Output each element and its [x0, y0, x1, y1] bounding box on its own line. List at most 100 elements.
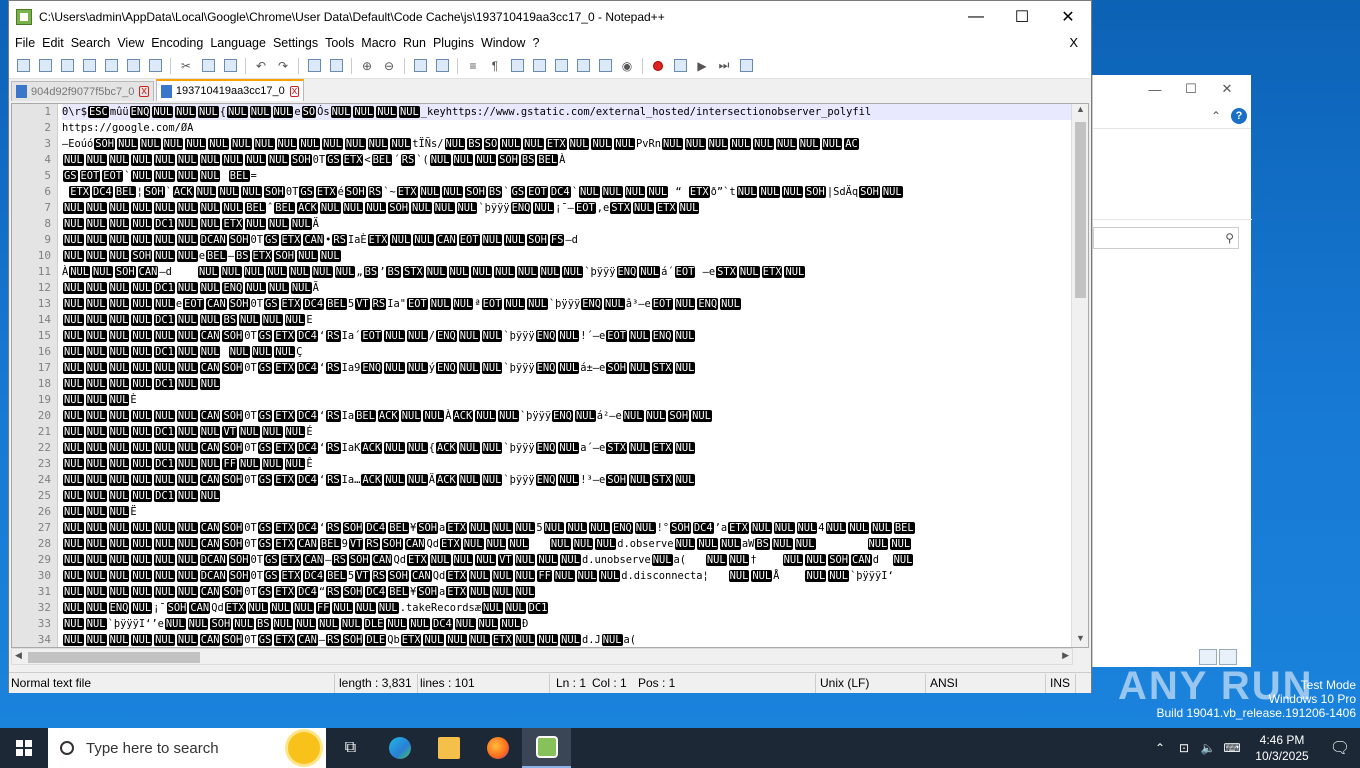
- close-document-button[interactable]: X: [1069, 35, 1085, 50]
- zoom-out-icon[interactable]: ⊖: [379, 57, 399, 75]
- menu-item[interactable]: Edit: [42, 36, 71, 50]
- code-line[interactable]: NUL NUL NUL NUL NUL NUL CAN SOH 0T GS ETX DC4 “RS SOH…: [62, 584, 1072, 600]
- edge-button[interactable]: [375, 728, 424, 768]
- code-line[interactable]: NUL NUL NUL NUL NUL NUL DCAN SOH 0T GS ETX CAN • RS Ia…: [62, 232, 1072, 248]
- notepadpp-window[interactable]: C:\Users\admin\AppData\Local\Google\Chro…: [8, 0, 1092, 693]
- menu-item[interactable]: File: [15, 36, 42, 50]
- close-tab-icon[interactable]: x: [289, 85, 300, 97]
- code-line[interactable]: —Eoúó SOH NUL NUL NUL NUL NUL NUL NUL NUL NUL NUL NU…: [62, 136, 1072, 152]
- redo-icon[interactable]: ↷: [273, 57, 293, 75]
- monitoring-icon[interactable]: ◉: [617, 57, 637, 75]
- scrollbar-thumb[interactable]: [1075, 122, 1086, 298]
- copy-icon[interactable]: [198, 57, 218, 75]
- menu-item[interactable]: Tools: [325, 36, 361, 50]
- firefox-button[interactable]: [473, 728, 522, 768]
- code-line[interactable]: NUL NUL NUL NUL NUL NUL DCAN SOH 0T GS ETX DC4 BEL 5 V…: [62, 568, 1072, 584]
- find-icon[interactable]: [304, 57, 324, 75]
- code-line[interactable]: NUL NUL NUL NUL NUL NUL CAN SOH 0T GS ETX CAN — RS SOH…: [62, 632, 1072, 647]
- code-line[interactable]: NUL NUL NUL NUL NUL NUL DCAN SOH 0T GS ETX CAN — RS SO…: [62, 552, 1072, 568]
- code-line[interactable]: https://google.com/ØA: [62, 120, 1072, 136]
- keyboard-icon[interactable]: ⌨: [1220, 741, 1244, 755]
- code-line[interactable]: NUL NUL NUL NUL NUL NUL CAN SOH 0T GS ETX DC4 ‘RS Ia´…: [62, 328, 1072, 344]
- tiles-view-icon[interactable]: [1219, 649, 1237, 665]
- minimize-icon[interactable]: —: [1137, 82, 1173, 97]
- scroll-up-icon[interactable]: ▲: [1072, 104, 1088, 120]
- menu-item[interactable]: Plugins: [433, 36, 481, 50]
- code-area[interactable]: 0\r$ ESC mûü ENQ NUL NUL NUL{NUL NUL NUL e SO Ós NUL…: [62, 104, 1072, 647]
- menu-item[interactable]: Run: [403, 36, 433, 50]
- zoom-in-icon[interactable]: ⊕: [357, 57, 377, 75]
- undo-icon[interactable]: ↶: [251, 57, 271, 75]
- function-list-icon[interactable]: [573, 57, 593, 75]
- title-bar[interactable]: C:\Users\admin\AppData\Local\Google\Chro…: [9, 1, 1091, 33]
- taskbar-search-box[interactable]: Type here to search: [48, 728, 326, 768]
- code-line[interactable]: À NUL NUL SOH CAN —d NUL NUL NUL NUL NUL NUL NUL „ BS…: [62, 264, 1072, 280]
- code-line[interactable]: NUL NUL NUL NUL NUL NUL CAN SOH 0T GS ETX DC4 ‘RS Ia……: [62, 472, 1072, 488]
- scroll-left-icon[interactable]: ◀: [15, 650, 22, 661]
- notepadpp-taskbar-button[interactable]: [522, 728, 571, 768]
- menu-item[interactable]: Settings: [273, 36, 325, 50]
- menu-item[interactable]: Macro: [361, 36, 403, 50]
- code-line[interactable]: 0\r$ ESC mûü ENQ NUL NUL NUL{NUL NUL NUL e SO Ós NUL…: [62, 104, 1072, 120]
- close-file-icon[interactable]: [101, 57, 121, 75]
- code-line[interactable]: NUL NUL NUL NUL DC1 NUL NUL: [62, 376, 1072, 392]
- paste-icon[interactable]: [220, 57, 240, 75]
- word-wrap-icon[interactable]: ≡: [463, 57, 483, 75]
- close-button[interactable]: ✕: [1045, 7, 1091, 27]
- search-box[interactable]: ⚲: [1093, 227, 1239, 249]
- start-button[interactable]: [0, 728, 48, 768]
- details-view-icon[interactable]: [1199, 649, 1217, 665]
- code-line[interactable]: NUL NUL NUL NUL DC1 NUL NUL: [62, 488, 1072, 504]
- sync-horizontal-icon[interactable]: [432, 57, 452, 75]
- code-line[interactable]: NUL NUL NUL NUL NUL NUL CAN SOH 0T GS ETX DC4 ‘RS SOH…: [62, 520, 1072, 536]
- doc-map-icon[interactable]: [551, 57, 571, 75]
- record-macro-icon[interactable]: [648, 57, 668, 75]
- code-line[interactable]: NUL NUL NUL NUL DC1 NUL NUL BS NUL NUL NUL E: [62, 312, 1072, 328]
- scroll-right-icon[interactable]: ▶: [1062, 650, 1069, 661]
- chevron-up-icon[interactable]: ⌃: [1211, 109, 1221, 123]
- menu-item[interactable]: Search: [71, 36, 118, 50]
- network-icon[interactable]: ⊡: [1172, 741, 1196, 755]
- clock[interactable]: 4:46 PM 10/3/2025: [1244, 732, 1320, 764]
- task-view-button[interactable]: ⧉: [326, 728, 375, 768]
- open-file-icon[interactable]: [35, 57, 55, 75]
- code-line[interactable]: NUL NUL NUL NUL NUL NUL NUL NUL NUL NUL SOH 0T GS ETX…: [62, 152, 1072, 168]
- sync-vertical-icon[interactable]: [410, 57, 430, 75]
- code-line[interactable]: NUL NUL NUL NUL DC1 NUL NUL ENQ NUL NUL NUL Ã: [62, 280, 1072, 296]
- save-icon[interactable]: [57, 57, 77, 75]
- close-icon[interactable]: ✕: [1209, 81, 1245, 97]
- scrollbar-thumb[interactable]: [28, 652, 200, 663]
- maximize-button[interactable]: ☐: [999, 7, 1045, 27]
- tab-904d92f9077f5bc7[interactable]: 904d92f9077f5bc7_0 x: [11, 81, 154, 101]
- code-line[interactable]: NUL NUL NUL NUL NUL NUL CAN SOH 0T GS ETX DC4 ‘RS Ia B…: [62, 408, 1072, 424]
- code-line[interactable]: NUL NUL NUL Ë: [62, 504, 1072, 520]
- run-macro-multiple-icon[interactable]: ⏭: [714, 57, 734, 75]
- scroll-down-icon[interactable]: ▼: [1072, 633, 1088, 647]
- code-line[interactable]: ETX DC4 BEL ¦ SOH ` ACK NUL NUL NUL SOH 0T GS ETX é SOH…: [62, 184, 1072, 200]
- code-line[interactable]: NUL NUL `þÿÿÿI‘’e NUL NUL SOH NUL BS NUL NUL NUL NU…: [62, 616, 1072, 632]
- code-line[interactable]: GS EOT EOT ` NUL NUL NUL NUL BEL =: [62, 168, 1072, 184]
- code-line[interactable]: NUL NUL NUL SOH NUL NUL e BEL — BS ETX SOH NUL NUL: [62, 248, 1072, 264]
- udl-icon[interactable]: [529, 57, 549, 75]
- close-tab-icon[interactable]: x: [139, 86, 149, 97]
- menu-item[interactable]: Encoding: [151, 36, 210, 50]
- new-file-icon[interactable]: [13, 57, 33, 75]
- menu-item[interactable]: ?: [532, 36, 546, 50]
- maximize-icon[interactable]: ☐: [1173, 81, 1209, 97]
- save-all-icon[interactable]: [79, 57, 99, 75]
- tab-193710419aa3cc17[interactable]: 193710419aa3cc17_0 x: [155, 79, 305, 101]
- close-all-icon[interactable]: [123, 57, 143, 75]
- menu-item[interactable]: Window: [481, 36, 532, 50]
- code-line[interactable]: NUL NUL NUL NUL DC1 NUL NUL FF NUL NUL NUL Ê: [62, 456, 1072, 472]
- menu-item[interactable]: Language: [210, 36, 273, 50]
- minimize-button[interactable]: —: [953, 8, 999, 26]
- horizontal-scrollbar[interactable]: ◀ ▶: [11, 648, 1073, 665]
- code-line[interactable]: NUL NUL NUL NUL DC1 NUL NUL NUL NUL NUL Ç: [62, 344, 1072, 360]
- code-line[interactable]: NUL NUL NUL NUL NUL NUL CAN SOH 0T GS ETX DC4 ‘RS IaK…: [62, 440, 1072, 456]
- print-icon[interactable]: [145, 57, 165, 75]
- file-explorer-button[interactable]: [424, 728, 473, 768]
- folder-workspace-icon[interactable]: [595, 57, 615, 75]
- code-line[interactable]: NUL NUL NUL NUL NUL e EOT CAN SOH 0T GS ETX DC4 BEL 5 V…: [62, 296, 1072, 312]
- code-line[interactable]: NUL NUL NUL NUL NUL NUL CAN SOH 0T GS ETX DC4 ‘RS Ia9…: [62, 360, 1072, 376]
- stop-macro-icon[interactable]: [670, 57, 690, 75]
